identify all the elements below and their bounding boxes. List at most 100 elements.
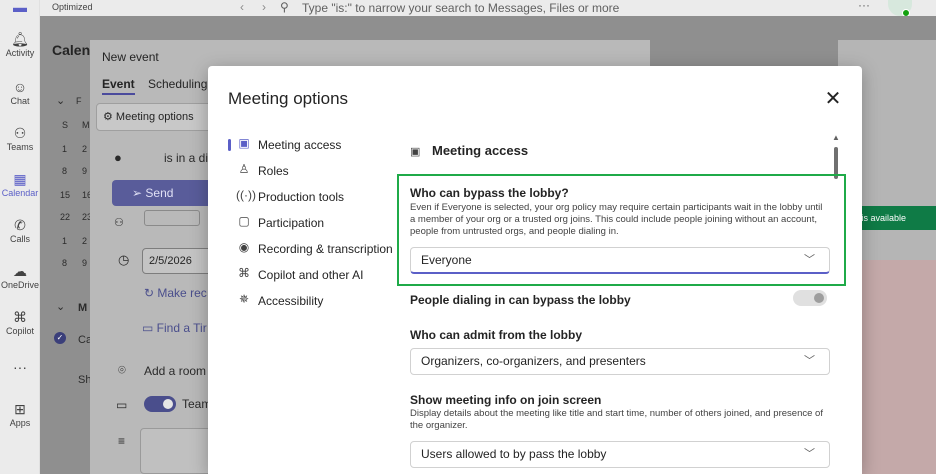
rail-teams-logo[interactable]: ▬ <box>0 0 40 16</box>
close-icon[interactable]: ✕ <box>822 88 844 110</box>
rail-item-onedrive[interactable]: ☁ OneDrive <box>0 262 40 290</box>
calendar-label: 22 <box>60 212 71 222</box>
nav-item-production-tools[interactable]: ((·)) Production tools <box>228 188 398 208</box>
nav-item-copilot[interactable]: ⌘ Copilot and other AI <box>228 266 398 286</box>
join-screen-info-description: Display details about the meeting like t… <box>410 408 823 431</box>
meeting-options-dialog: Meeting options ✕ ▣ Meeting access ♙ Rol… <box>208 66 862 474</box>
text-lines-icon: ≡ <box>118 434 126 448</box>
lobby-bypass-description: Even if Everyone is selected, your org p… <box>410 202 823 237</box>
search-bar[interactable]: ⚲ Type "is:" to narrow your search to Me… <box>272 0 692 16</box>
send-label: Send <box>145 186 174 200</box>
calendar-label: 1 <box>62 144 68 154</box>
rail-item-apps[interactable]: ⊞ Apps <box>0 400 40 428</box>
selected-indicator <box>228 139 231 151</box>
admit-from-lobby-dropdown[interactable]: Organizers, co-organizers, and presenter… <box>410 348 830 375</box>
rail-item-calendar[interactable]: ▦ Calendar <box>0 170 40 198</box>
time-zone-dropdown[interactable] <box>144 210 200 226</box>
tab-scheduling[interactable]: Scheduling <box>148 77 207 91</box>
rail-item-label: Teams <box>6 142 34 152</box>
rail-item-copilot[interactable]: ⌘ Copilot <box>0 308 40 336</box>
lobby-bypass-value: Everyone <box>421 253 472 267</box>
join-screen-info-dropdown[interactable]: Users allowed to by pass the lobby ﹀ <box>410 441 830 468</box>
section-title: ▣ Meeting access <box>410 143 528 158</box>
cloud-icon: ☁ <box>13 263 27 279</box>
clock-icon: ◷ <box>118 252 130 267</box>
back-arrow-icon[interactable]: ‹ <box>240 0 262 14</box>
teams-meeting-toggle[interactable] <box>144 396 176 412</box>
calendar-label: M <box>82 120 90 130</box>
teams-icon: ⚇ <box>13 125 27 141</box>
rail-item-label: Chat <box>10 96 30 106</box>
apps-icon: ⊞ <box>14 401 26 417</box>
calendar-label: 2 <box>82 236 88 246</box>
chevron-down-icon: ﹀ <box>804 448 815 460</box>
chat-bubble-icon: ▢ <box>238 214 250 228</box>
nav-item-accessibility[interactable]: ✵ Accessibility <box>228 292 398 312</box>
chevron-down-icon: ﹀ <box>804 254 815 266</box>
scrollbar-thumb[interactable] <box>834 147 838 179</box>
person-icon: ♙ <box>238 162 250 176</box>
record-icon: ◉ <box>238 240 250 254</box>
chevron-down-icon[interactable]: ⌄ <box>56 300 65 313</box>
find-time-link[interactable]: ▭ Find a Tir <box>142 321 207 335</box>
nav-item-label: Accessibility <box>258 294 324 308</box>
calendar-label: 9 <box>82 166 88 176</box>
nav-item-label: Recording & transcription <box>258 242 393 256</box>
broadcast-icon: ((·)) <box>236 188 256 202</box>
nav-item-meeting-access[interactable]: ▣ Meeting access <box>228 136 398 156</box>
bell-icon: 🔔︎ <box>11 31 29 47</box>
gear-icon: ⚙ <box>103 111 116 123</box>
rail-more-button[interactable]: ··· <box>0 358 40 376</box>
tab-event[interactable]: Event <box>102 77 135 95</box>
rail-item-label: Apps <box>9 418 31 428</box>
rail-item-label: Calendar <box>1 188 39 198</box>
dialog-title: Meeting options <box>228 89 349 108</box>
lobby-bypass-dropdown[interactable]: Everyone ﹀ <box>410 247 830 274</box>
calendar-title: Calen <box>52 42 91 58</box>
send-button[interactable]: ➢ Send <box>112 180 222 206</box>
rail-item-teams[interactable]: ⚇ Teams <box>0 124 40 152</box>
top-bar: Optimized ‹› ⚲ Type "is:" to narrow your… <box>40 0 936 17</box>
nav-item-recording[interactable]: ◉ Recording & transcription <box>228 240 398 260</box>
teams-meeting-label: Team <box>182 397 212 411</box>
more-icon: ··· <box>13 359 27 375</box>
send-icon: ➢ <box>132 186 146 200</box>
chevron-down-icon[interactable]: ⌄ <box>56 94 65 107</box>
new-event-title: New event <box>102 50 159 64</box>
meeting-options-button[interactable]: ⚙ Meeting options <box>96 103 216 131</box>
lobby-icon: ▣ <box>410 146 421 158</box>
dialin-bypass-toggle[interactable] <box>793 290 827 306</box>
admit-from-lobby-value: Organizers, co-organizers, and presenter… <box>421 354 646 368</box>
nav-item-label: Roles <box>258 164 289 178</box>
location-icon: ⌾ <box>118 362 126 377</box>
calendar-label: 15 <box>60 190 71 200</box>
rail-item-activity[interactable]: 🔔︎ Activity <box>0 30 40 58</box>
mini-calendar: ⌄ F S M 1 2 8 9 15 16 22 23 1 2 8 9 ⌄ M … <box>40 60 92 474</box>
make-recurring-label: Make rec <box>157 286 207 300</box>
calendar-label: 9 <box>82 258 88 268</box>
rail-item-calls[interactable]: ✆ Calls <box>0 216 40 244</box>
section-title-text: Meeting access <box>432 143 529 158</box>
nav-item-participation[interactable]: ▢ Participation <box>228 214 398 234</box>
dialin-bypass-label: People dialing in can bypass the lobby <box>410 293 631 307</box>
lobby-icon: ▣ <box>238 136 250 150</box>
meeting-options-label: Meeting options <box>115 111 194 123</box>
start-date-field[interactable]: 2/5/2026 <box>142 248 214 274</box>
rail-item-chat[interactable]: ☺ Chat <box>0 78 40 106</box>
nav-item-label: Copilot and other AI <box>258 268 364 282</box>
rail-item-label: Activity <box>5 48 35 58</box>
scroll-up-arrow-icon[interactable]: ▲ <box>832 133 840 142</box>
checkmark-icon[interactable]: ✓ <box>54 332 66 344</box>
add-room-field[interactable]: Add a room <box>144 364 206 378</box>
nav-item-roles[interactable]: ♙ Roles <box>228 162 398 182</box>
calendar-icon: ▦ <box>13 171 27 187</box>
more-options-button[interactable]: ··· <box>858 0 870 12</box>
teams-logo-icon: ▬ <box>13 0 27 15</box>
optimized-label: Optimized <box>52 2 93 12</box>
phone-icon: ✆ <box>14 217 26 233</box>
calendar-label: M <box>78 302 88 314</box>
nav-item-label: Meeting access <box>258 138 342 152</box>
copilot-icon: ⌘ <box>13 309 27 325</box>
make-recurring-link[interactable]: ↻ Make rec <box>144 286 207 300</box>
avatar[interactable] <box>888 0 912 17</box>
